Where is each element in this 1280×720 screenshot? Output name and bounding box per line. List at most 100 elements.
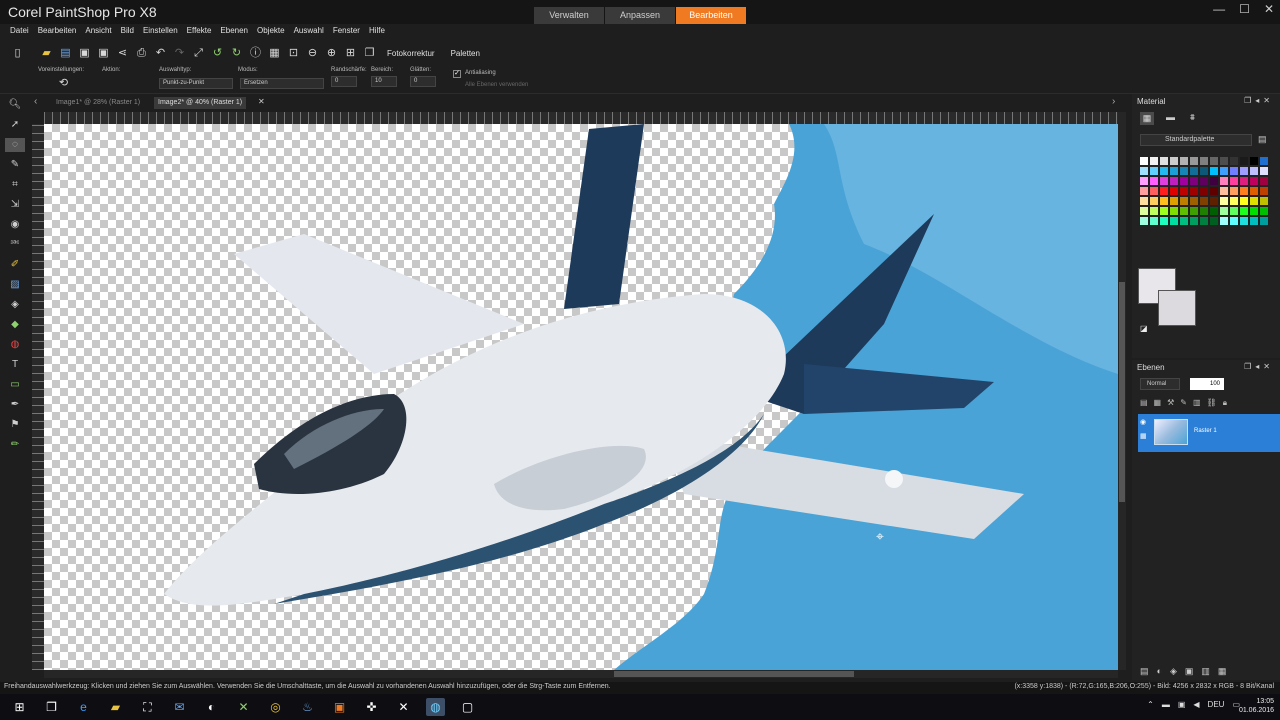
color-swatch[interactable] bbox=[1159, 206, 1169, 216]
preset-icon[interactable]: ⟲ bbox=[56, 76, 71, 91]
menu-effekte[interactable]: Effekte bbox=[187, 26, 212, 40]
open-folder-icon[interactable]: ▰ bbox=[39, 46, 54, 61]
tab-bearbeiten[interactable]: Bearbeiten bbox=[676, 7, 746, 24]
color-swatch[interactable] bbox=[1169, 156, 1179, 166]
color-swatch[interactable] bbox=[1169, 176, 1179, 186]
color-swatch[interactable] bbox=[1179, 216, 1189, 226]
paintshop-taskbar-icon[interactable]: ◍ bbox=[426, 698, 445, 716]
color-swatch[interactable] bbox=[1199, 186, 1209, 196]
store-icon[interactable]: ⛶ bbox=[138, 698, 157, 716]
bereich-input[interactable]: 10 bbox=[371, 76, 397, 87]
fit-window-icon[interactable]: ⊡ bbox=[286, 46, 301, 61]
color-swatch[interactable] bbox=[1179, 166, 1189, 176]
windows-start-icon[interactable]: ⊞ bbox=[10, 698, 29, 716]
fotokorrektur-menu[interactable]: Fotokorrektur bbox=[381, 49, 441, 58]
flood-fill-icon[interactable]: ◍ bbox=[5, 338, 25, 352]
actual-size-icon[interactable]: ⊞ bbox=[343, 46, 358, 61]
network-icon[interactable]: ▣ bbox=[1178, 700, 1186, 709]
color-swatch[interactable] bbox=[1259, 156, 1269, 166]
color-swatch[interactable] bbox=[1189, 196, 1199, 206]
color-swatch[interactable] bbox=[1199, 176, 1209, 186]
color-swatch[interactable] bbox=[1259, 166, 1269, 176]
color-swatch[interactable] bbox=[1209, 196, 1219, 206]
color-view-icon[interactable]: ▬ bbox=[1166, 112, 1175, 122]
dropper-tool-icon[interactable]: ✎ bbox=[5, 158, 25, 172]
color-swatch[interactable] bbox=[1209, 166, 1219, 176]
color-swatch[interactable] bbox=[1199, 216, 1209, 226]
fill-tool-icon[interactable]: ▨ bbox=[5, 278, 25, 292]
color-swatches[interactable] bbox=[1139, 156, 1269, 226]
color-swatch[interactable] bbox=[1169, 206, 1179, 216]
picture-tube-icon[interactable]: ◆ bbox=[5, 318, 25, 332]
chrome-icon[interactable]: ◎ bbox=[266, 698, 285, 716]
color-swatch[interactable] bbox=[1229, 176, 1239, 186]
color-swatch[interactable] bbox=[1219, 156, 1229, 166]
randschaerfe-input[interactable]: 0 bbox=[331, 76, 357, 87]
color-swatch[interactable] bbox=[1239, 166, 1249, 176]
gamepad-icon[interactable]: ✜ bbox=[362, 698, 381, 716]
blend-mode-select[interactable]: Normal bbox=[1140, 378, 1180, 390]
red-eye-tool-icon[interactable]: ◉ bbox=[5, 218, 25, 232]
color-swatch[interactable] bbox=[1139, 156, 1149, 166]
menu-datei[interactable]: Datei bbox=[10, 26, 29, 40]
layout-icon[interactable]: ❐ bbox=[362, 46, 377, 61]
new-file-icon[interactable]: ▯ bbox=[10, 46, 25, 61]
warp-brush-icon[interactable]: ⚑ bbox=[5, 418, 25, 432]
swap-colors-icon[interactable]: ◪ bbox=[1140, 324, 1148, 333]
vertical-scrollbar[interactable] bbox=[1118, 112, 1126, 670]
color-swatch[interactable] bbox=[1199, 206, 1209, 216]
color-swatch[interactable] bbox=[1179, 186, 1189, 196]
layer-opacity-input[interactable]: 100 bbox=[1190, 378, 1224, 390]
menu-hilfe[interactable]: Hilfe bbox=[369, 26, 385, 40]
color-swatch[interactable] bbox=[1159, 186, 1169, 196]
color-swatch[interactable] bbox=[1179, 206, 1189, 216]
color-swatch[interactable] bbox=[1249, 186, 1259, 196]
app-icon-2[interactable]: ✕ bbox=[234, 698, 253, 716]
color-swatch[interactable] bbox=[1229, 196, 1239, 206]
clone-brush-icon[interactable]: ⎃ bbox=[5, 238, 25, 252]
auswahltyp-select[interactable]: Punkt-zu-Punkt bbox=[159, 78, 233, 89]
color-swatch[interactable] bbox=[1219, 176, 1229, 186]
dodge-brush-icon[interactable]: ✏ bbox=[5, 438, 25, 452]
tab-anpassen[interactable]: Anpassen bbox=[605, 7, 675, 24]
background-color[interactable] bbox=[1158, 290, 1196, 326]
glaetten-input[interactable]: 0 bbox=[410, 76, 436, 87]
color-swatch[interactable] bbox=[1249, 216, 1259, 226]
menu-fenster[interactable]: Fenster bbox=[333, 26, 360, 40]
color-swatch[interactable] bbox=[1189, 156, 1199, 166]
menu-bearbeiten[interactable]: Bearbeiten bbox=[38, 26, 77, 40]
paletten-menu[interactable]: Paletten bbox=[445, 49, 486, 58]
color-swatch[interactable] bbox=[1169, 196, 1179, 206]
volume-icon[interactable]: ◀ bbox=[1193, 700, 1199, 709]
tabs-next-icon[interactable]: › bbox=[1112, 96, 1115, 107]
color-swatch[interactable] bbox=[1159, 176, 1169, 186]
menu-auswahl[interactable]: Auswahl bbox=[294, 26, 324, 40]
menu-ebenen[interactable]: Ebenen bbox=[220, 26, 248, 40]
color-swatch[interactable] bbox=[1209, 186, 1219, 196]
color-swatch[interactable] bbox=[1139, 196, 1149, 206]
layer-bottom-tools-icons[interactable]: ▤◐◈▣▥▦ bbox=[1140, 666, 1234, 677]
zoom-in-icon[interactable]: ⊕ bbox=[324, 46, 339, 61]
color-swatch[interactable] bbox=[1169, 186, 1179, 196]
edge-icon[interactable]: e bbox=[74, 698, 93, 716]
color-swatch[interactable] bbox=[1189, 216, 1199, 226]
lock-transparency-icon[interactable]: ▦ bbox=[1140, 432, 1147, 440]
swatches-view-icon[interactable]: ▦ bbox=[1140, 112, 1154, 125]
tray-chevron-icon[interactable]: ⌃ bbox=[1147, 700, 1154, 709]
color-swatch[interactable] bbox=[1189, 176, 1199, 186]
color-swatch[interactable] bbox=[1239, 156, 1249, 166]
color-swatch[interactable] bbox=[1219, 216, 1229, 226]
color-swatch[interactable] bbox=[1149, 176, 1159, 186]
layer-tools-icons[interactable]: ▤▦⚒✎▥⛓🔒︎ bbox=[1140, 398, 1233, 408]
shape-tool-icon[interactable]: ▭ bbox=[5, 378, 25, 392]
color-swatch[interactable] bbox=[1229, 186, 1239, 196]
color-swatch[interactable] bbox=[1149, 216, 1159, 226]
maximize-icon[interactable]: ☐ bbox=[1239, 2, 1250, 16]
keyboard-language[interactable]: DEU bbox=[1208, 700, 1225, 709]
palette-menu-icon[interactable]: ▤ bbox=[1258, 134, 1267, 145]
mail-icon[interactable]: ✉ bbox=[170, 698, 189, 716]
crop-tool-icon[interactable]: ⌗ bbox=[5, 178, 25, 192]
color-swatch[interactable] bbox=[1259, 196, 1269, 206]
zoom-tool-icon[interactable]: 🔍︎ bbox=[5, 98, 25, 112]
task-view-icon[interactable]: ❐ bbox=[42, 698, 61, 716]
